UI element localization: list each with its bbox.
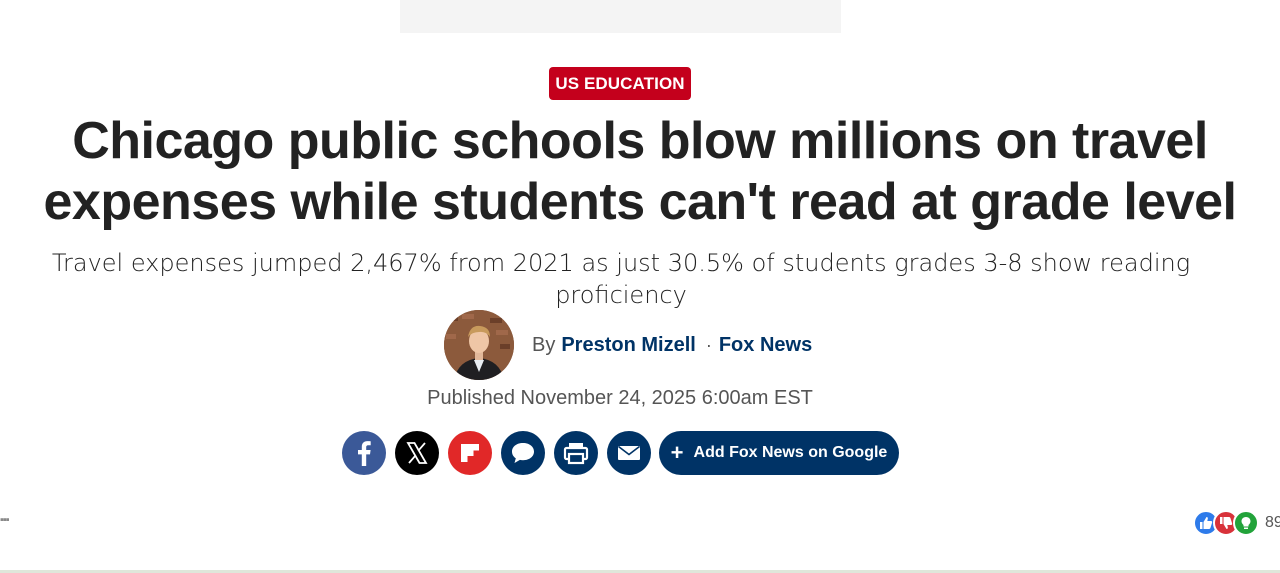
article-headline: Chicago public schools blow millions on … <box>43 112 1237 231</box>
ad-slot <box>400 0 841 33</box>
x-icon <box>406 442 428 464</box>
comment-icon <box>512 443 534 463</box>
email-icon <box>618 445 640 460</box>
add-fox-news-on-google-label: Add Fox News on Google <box>693 444 888 461</box>
category-tag[interactable]: US EDUCATION <box>549 67 691 100</box>
article-subheadline: Travel expenses jumped 2,467% from 2021 … <box>51 249 1191 309</box>
category-tag-label: US EDUCATION <box>555 73 685 93</box>
byline-prefix: By <box>532 333 556 356</box>
lightbulb-icon[interactable] <box>1233 510 1259 536</box>
clipped-element-fragment: ▪▪▪ <box>0 514 10 526</box>
facebook-icon <box>358 441 371 466</box>
byline-text: By Preston Mizell · Fox News <box>532 334 812 357</box>
add-fox-news-on-google-button[interactable]: + Add Fox News on Google <box>659 431 899 475</box>
author-avatar[interactable] <box>444 310 514 380</box>
share-facebook-button[interactable] <box>342 431 386 475</box>
plus-icon: + <box>670 440 684 465</box>
print-button[interactable] <box>554 431 598 475</box>
flipboard-icon <box>461 444 479 462</box>
comments-button[interactable] <box>501 431 545 475</box>
outlet-link[interactable]: Fox News <box>719 334 812 357</box>
share-bar: + Add Fox News on Google <box>342 431 899 475</box>
publish-date: Published November 24, 2025 6:00am EST <box>427 387 813 409</box>
author-link[interactable]: Preston Mizell <box>561 334 695 357</box>
reactions-widget[interactable]: 89 <box>1193 509 1280 537</box>
share-flipboard-button[interactable] <box>448 431 492 475</box>
reaction-count: 89 <box>1265 514 1280 531</box>
share-email-button[interactable] <box>607 431 651 475</box>
print-icon <box>563 443 589 465</box>
byline-separator: · <box>705 334 712 355</box>
share-x-button[interactable] <box>395 431 439 475</box>
byline: By Preston Mizell · Fox News <box>444 310 812 380</box>
